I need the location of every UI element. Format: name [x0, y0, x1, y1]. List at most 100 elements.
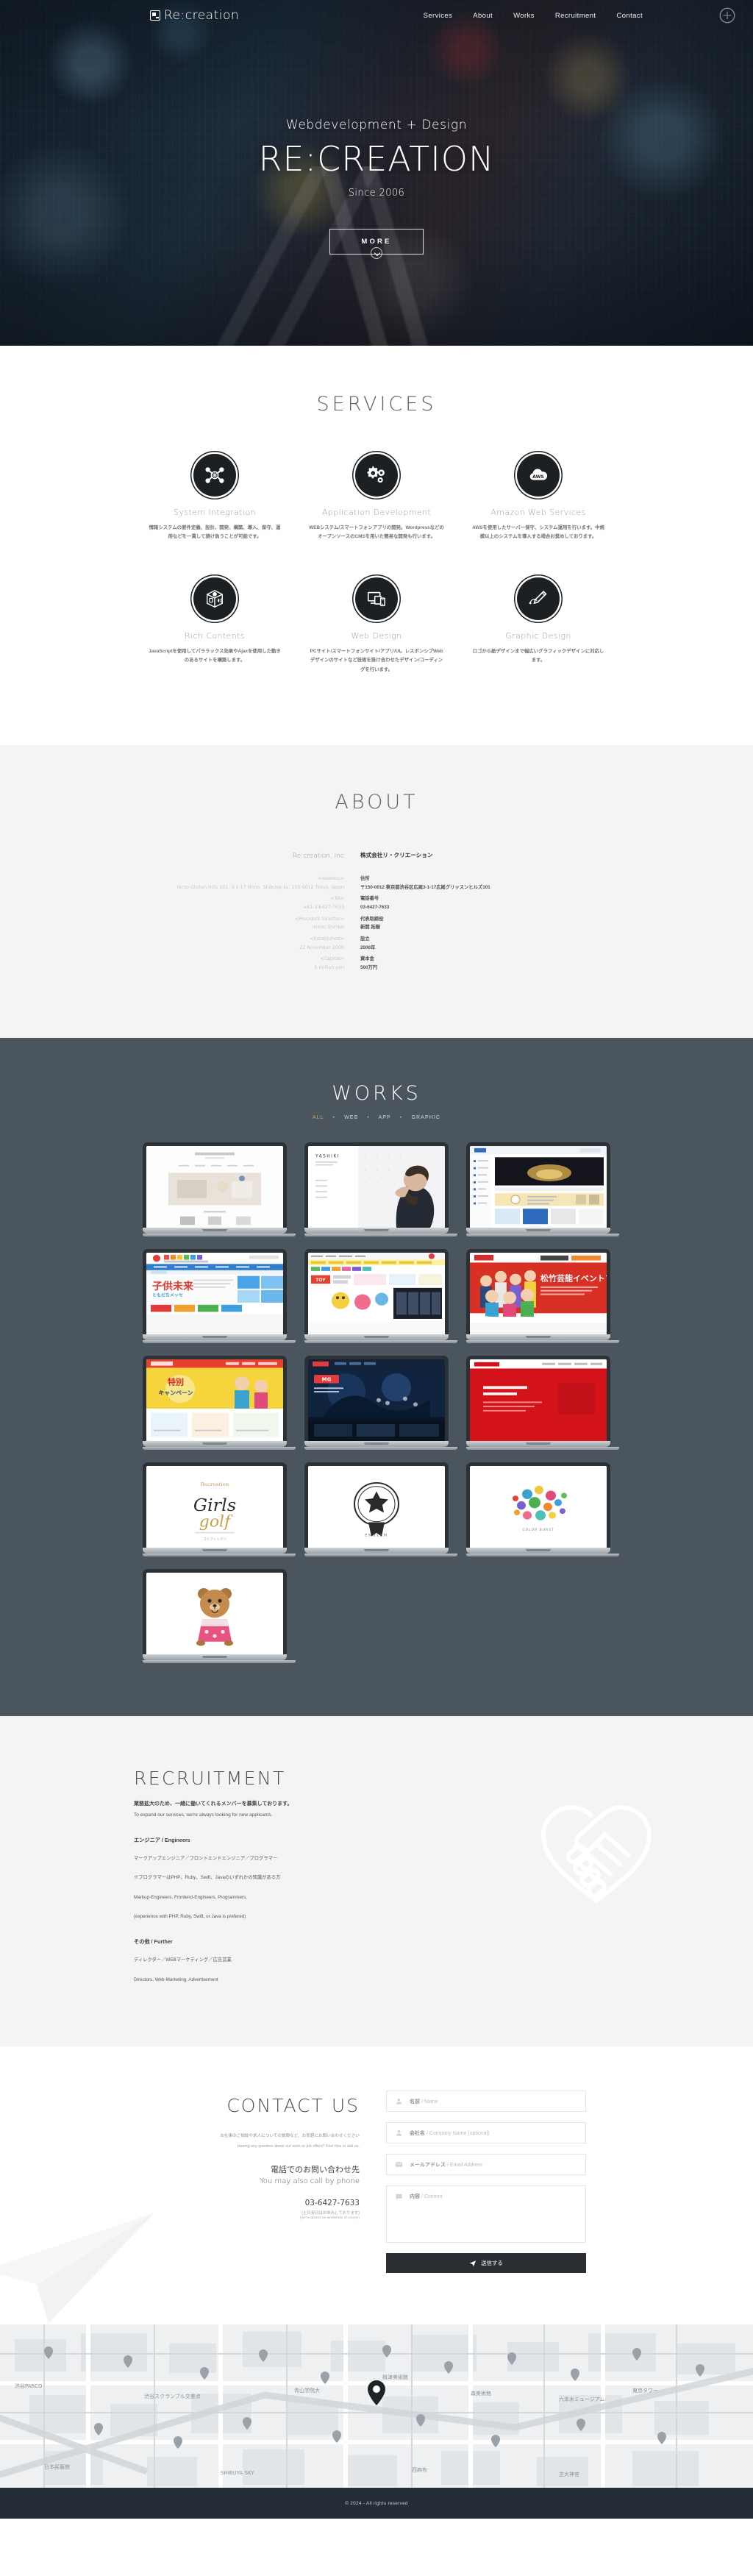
- about-established-value-en: 22 November 2006: [299, 944, 344, 950]
- nav-item-recruitment[interactable]: Recruitment: [555, 12, 596, 20]
- svg-text:ともだちメッセ: ともだちメッセ: [152, 1292, 183, 1298]
- works-filter-all[interactable]: ALL: [313, 1115, 324, 1120]
- laptop-base: [465, 1228, 610, 1234]
- svg-text:YASHIKI: YASHIKI: [315, 1155, 340, 1159]
- nav-item-works[interactable]: Works: [513, 12, 535, 20]
- recruitment-lead-ja: 業務拡大のため、一緒に働いてくれるメンバーを募集しております。: [134, 1801, 293, 1807]
- name-field[interactable]: 名前 / Name: [386, 2091, 586, 2113]
- work-thumbnail: EMBLEM: [304, 1462, 449, 1548]
- service-card[interactable]: System Integration 情報システムの要件定義、設計、開発、構築、…: [134, 454, 296, 542]
- recruitment-line: (experience with PHP, Ruby, Swift, or Ja…: [134, 1914, 246, 1920]
- svg-text:子供未来: 子供未来: [152, 1281, 193, 1293]
- svg-text:青山学院大: 青山学院大: [294, 2387, 320, 2394]
- work-thumbnail: TOY: [304, 1249, 449, 1335]
- laptop-foot: [143, 1447, 296, 1451]
- scroll-down-icon[interactable]: [371, 247, 382, 259]
- service-card[interactable]: Graphic Design ロゴから紙デザインまで幅広いグラフィックデザインに…: [457, 577, 619, 675]
- laptop-base: [304, 1334, 449, 1341]
- laptop-foot: [143, 1340, 296, 1344]
- svg-text:西麻布: 西麻布: [412, 2466, 427, 2473]
- contact-phone-number[interactable]: 03-6427-7633: [86, 2199, 360, 2207]
- laptop-foot: [304, 1554, 457, 1557]
- recruitment-section: RECRUITMENT 業務拡大のため、一緒に働いてくれるメンバーを募集しており…: [0, 1716, 753, 2047]
- service-card[interactable]: Rich Contents JavaScriptを使用してパララックス効果やAj…: [134, 577, 296, 675]
- work-thumbnail: 松竹芸能イベントプラン: [465, 1249, 610, 1335]
- svg-text:芝大神宮: 芝大神宮: [559, 2471, 579, 2477]
- work-item[interactable]: YASHIKI: [304, 1142, 457, 1237]
- work-item[interactable]: [465, 1142, 619, 1237]
- work-item[interactable]: EMBLEM: [304, 1462, 457, 1557]
- works-filter-web[interactable]: WEB: [344, 1115, 358, 1120]
- work-item[interactable]: [143, 1569, 296, 1664]
- work-preview-icon: [146, 1146, 284, 1228]
- works-section: WORKS ALL • WEB • APP • GRAPHIC YASHIKI …: [0, 1038, 753, 1717]
- work-item[interactable]: 特別 キャンペーン: [143, 1356, 296, 1451]
- submit-button[interactable]: 送信する: [386, 2253, 586, 2274]
- work-item[interactable]: [465, 1356, 619, 1451]
- laptop-foot: [304, 1340, 457, 1344]
- recruitment-group-heading: エンジニア / Engineers: [134, 1836, 190, 1843]
- about-address-value-ja: 〒150-0012 東京都渋谷区広尾3-1-17広尾グリッスンヒルズ101: [360, 884, 490, 890]
- nav-item-contact[interactable]: Contact: [616, 12, 643, 20]
- email-label-en: Email Address: [449, 2162, 483, 2168]
- svg-text:キャンペーン: キャンペーン: [159, 1390, 194, 1396]
- work-preview-icon: [146, 1573, 284, 1655]
- brand-logo[interactable]: Re:creation: [150, 8, 239, 23]
- work-item[interactable]: [143, 1142, 296, 1237]
- map-section[interactable]: 渋谷PARCO 渋谷スクランブル交差点 青山学院大 根津美術館 森美術館 六本木ミュー…: [0, 2324, 753, 2488]
- contact-note-en: Having any question about our work or jo…: [237, 2143, 360, 2149]
- service-card[interactable]: Web Design PCサイト/スマートフォンサイト/アプリ/UI。レスポンシ…: [296, 577, 457, 675]
- work-preview-icon: TOY: [307, 1253, 445, 1335]
- recruitment-line: Markup-Engineers, Frontend-Engineers, Pr…: [134, 1894, 247, 1900]
- work-item[interactable]: Recreation Girls golf ゴルフレッスン: [143, 1462, 296, 1557]
- hero-subtitle: Webdevelopment + Design: [285, 118, 468, 132]
- svg-text:森美術館: 森美術館: [471, 2390, 491, 2397]
- filter-separator-icon: •: [332, 1115, 336, 1121]
- about-company-en: Re:creation, Inc: [292, 853, 344, 861]
- service-card[interactable]: Application Development WEBシステム/スマートフォンア…: [296, 454, 457, 542]
- service-description: ロゴから紙デザインまで幅広いグラフィックデザインに対応します。: [472, 648, 604, 663]
- map-location-pin[interactable]: [368, 2380, 385, 2406]
- work-preview-icon: COLOR BURST: [469, 1466, 607, 1548]
- nav-links: Services About Works Recruitment Contact: [424, 12, 643, 20]
- work-item[interactable]: 子供未来 ともだちメッセ: [143, 1249, 296, 1344]
- work-item[interactable]: COLOR BURST: [465, 1462, 619, 1557]
- about-title: ABOUT: [335, 791, 418, 814]
- about-company-ja: 株式会社リ・クリエーション: [360, 852, 433, 859]
- service-icon-badge: AWS: [517, 454, 560, 497]
- content-field[interactable]: 内容 / Content: [386, 2185, 586, 2244]
- about-tel-value-ja: 03-6427-7633: [360, 904, 390, 910]
- services-grid: System Integration 情報システムの要件定義、設計、開発、構築、…: [134, 454, 619, 675]
- about-address-en: <Address> Hiroo Glisten Hills 101, 3-1-1…: [156, 875, 360, 892]
- about-details: Re:creation, Inc 株式会社リ・クリエーション <Address>…: [156, 850, 597, 972]
- company-field[interactable]: 会社名 / Company Name (optional): [386, 2122, 586, 2144]
- page-footer: © 2024 - All rights reserved: [0, 2488, 753, 2519]
- service-icon-badge: [193, 577, 236, 620]
- copyright-text: © 2024 - All rights reserved: [345, 2500, 408, 2506]
- contact-section: CONTACT US お仕事のご相談や求人についての質問など、お気軽にお問い合わ…: [0, 2046, 753, 2325]
- works-filter-graphic[interactable]: GRAPHIC: [411, 1115, 440, 1120]
- send-plane-icon: [470, 2260, 477, 2266]
- svg-text:根津美術館: 根津美術館: [382, 2374, 408, 2380]
- nav-item-about[interactable]: About: [473, 12, 493, 20]
- services-title: SERVICES: [316, 393, 437, 416]
- about-tel-label-ja: 電話番号: [360, 896, 379, 902]
- work-item[interactable]: MG: [304, 1356, 457, 1451]
- svg-text:渋谷スクランブル交差点: 渋谷スクランブル交差点: [144, 2393, 201, 2399]
- work-item[interactable]: 松竹芸能イベントプラン: [465, 1249, 619, 1344]
- about-capital-en: <Capital> 5 million yen: [156, 955, 360, 972]
- works-filter-app[interactable]: APP: [379, 1115, 391, 1120]
- about-row-capital: <Capital> 5 million yen 資本金 500万円: [156, 955, 597, 972]
- svg-text:渋谷PARCO: 渋谷PARCO: [15, 2383, 43, 2389]
- company-label-en: Company Name (optional): [429, 2130, 490, 2136]
- work-item[interactable]: TOY: [304, 1249, 457, 1344]
- recruitment-title: RECRUITMENT: [134, 1768, 286, 1790]
- recruitment-lead-en: To expand our services, we're always loo…: [134, 1812, 273, 1818]
- email-field[interactable]: メールアドレス / Email Address: [386, 2154, 586, 2176]
- nav-item-services[interactable]: Services: [424, 12, 453, 20]
- name-field-placeholder: 名前 / Name: [410, 2099, 438, 2104]
- laptop-foot: [304, 1234, 457, 1237]
- svg-text:golf: golf: [199, 1513, 234, 1531]
- service-description: 情報システムの要件定義、設計、開発、構築、導入、保守、運用などを一貫して請け負う…: [149, 525, 281, 540]
- service-card[interactable]: AWS Amazon Web Services AWSを使用したサーバー保守、シ…: [457, 454, 619, 542]
